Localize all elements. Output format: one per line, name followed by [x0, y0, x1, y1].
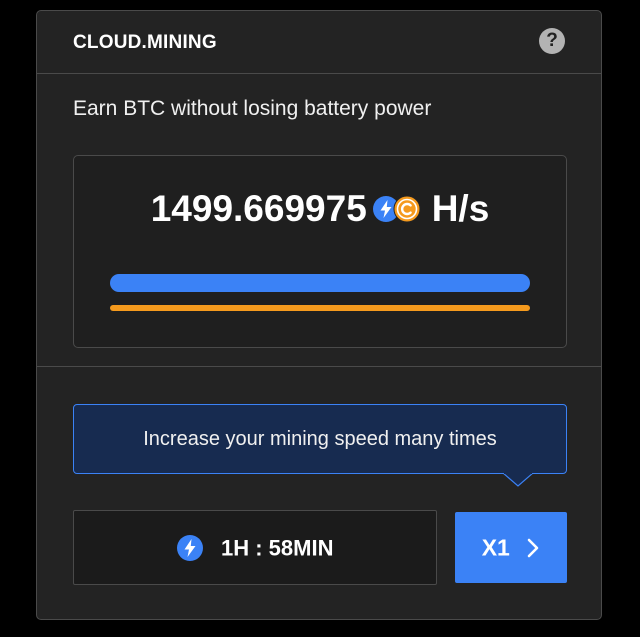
boost-button[interactable]: X1 [455, 512, 567, 583]
card-header: CLOUD.MINING ? [37, 11, 601, 74]
mining-timer[interactable]: 1H : 58MIN [73, 510, 437, 585]
boost-label: X1 [481, 534, 510, 561]
timer-text: 1H : 58MIN [220, 535, 334, 561]
hashrate-line: 1499.669975 H/s [74, 188, 566, 230]
progress-bar-orange [110, 305, 530, 311]
progress-bar-blue [110, 274, 530, 292]
hashrate-icons [373, 195, 423, 223]
hashrate-value: 1499.669975 [150, 188, 367, 229]
section-divider [37, 366, 601, 367]
question-circle-icon[interactable]: ? [539, 28, 565, 54]
hashrate-unit: H/s [431, 188, 490, 229]
hashrate-panel: 1499.669975 H/s [73, 155, 567, 348]
coin-c-icon [393, 195, 421, 223]
subtitle: Earn BTC without losing battery power [73, 97, 432, 120]
card-title: CLOUD.MINING [73, 32, 217, 53]
speed-tooltip: Increase your mining speed many times [73, 404, 567, 474]
tooltip-tail [503, 473, 533, 487]
chevron-right-icon [527, 538, 539, 558]
lightning-bolt-icon [176, 534, 203, 561]
cloud-mining-card: CLOUD.MINING ? Earn BTC without losing b… [36, 10, 602, 620]
